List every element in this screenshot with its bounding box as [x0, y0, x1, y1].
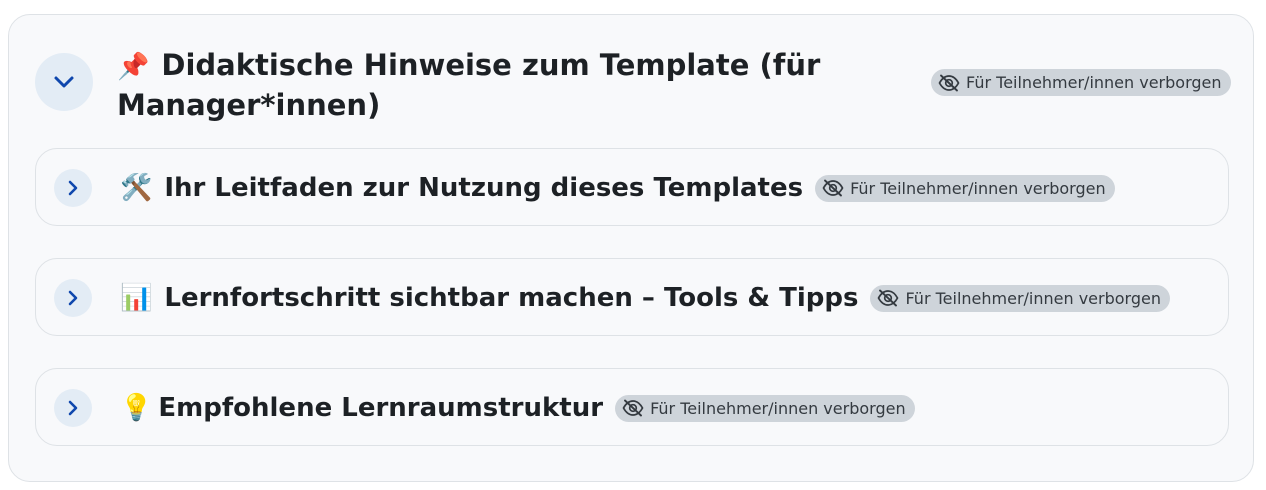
- light-bulb-icon: 💡: [120, 393, 153, 423]
- eye-slash-icon: [878, 289, 899, 307]
- eye-slash-icon: [822, 179, 844, 197]
- subsection-card-progress: 📊 Lernfortschritt sichtbar machen – Tool…: [35, 258, 1229, 336]
- subsection-card-structure: 💡 Empfohlene Lernraumstruktur Für Teilne…: [35, 368, 1229, 446]
- chevron-right-icon: [68, 400, 78, 416]
- eye-slash-icon: [938, 74, 960, 91]
- badge-label: Für Teilnehmer/innen verborgen: [850, 178, 1106, 198]
- expand-toggle-button[interactable]: [54, 389, 92, 427]
- bar-chart-icon: 📊: [120, 283, 153, 313]
- badge-label: Für Teilnehmer/innen verborgen: [905, 288, 1161, 308]
- section-title-text: Didaktische Hinweise zum Template (für M…: [117, 48, 821, 122]
- expand-toggle-button[interactable]: [54, 279, 92, 317]
- subsection-title[interactable]: Lernfortschritt sichtbar machen – Tools …: [164, 283, 858, 313]
- section-title[interactable]: 📌 Didaktische Hinweise zum Template (für …: [117, 45, 857, 125]
- section-card-didactic-notes: 📌 Didaktische Hinweise zum Template (für …: [8, 14, 1254, 482]
- hidden-from-students-badge: Für Teilnehmer/innen verborgen: [931, 69, 1231, 96]
- chevron-right-icon: [68, 180, 78, 196]
- hidden-from-students-badge: Für Teilnehmer/innen verborgen: [870, 284, 1170, 312]
- subsection-title[interactable]: Ihr Leitfaden zur Nutzung dieses Templat…: [164, 173, 803, 203]
- hidden-from-students-badge: Für Teilnehmer/innen verborgen: [815, 174, 1115, 202]
- hammer-wrench-icon: 🛠️: [120, 173, 153, 203]
- chevron-right-icon: [68, 290, 78, 306]
- chevron-down-icon: [54, 76, 74, 88]
- badge-label: Für Teilnehmer/innen verborgen: [966, 73, 1222, 92]
- subsection-card-guide: 🛠️ Ihr Leitfaden zur Nutzung dieses Temp…: [35, 148, 1229, 226]
- pushpin-icon: 📌: [117, 52, 150, 82]
- badge-label: Für Teilnehmer/innen verborgen: [650, 398, 906, 418]
- subsection-title[interactable]: Empfohlene Lernraumstruktur: [158, 393, 603, 423]
- hidden-from-students-badge: Für Teilnehmer/innen verborgen: [615, 394, 915, 422]
- collapse-toggle-button[interactable]: [35, 53, 93, 111]
- expand-toggle-button[interactable]: [54, 169, 92, 207]
- eye-slash-icon: [622, 399, 644, 417]
